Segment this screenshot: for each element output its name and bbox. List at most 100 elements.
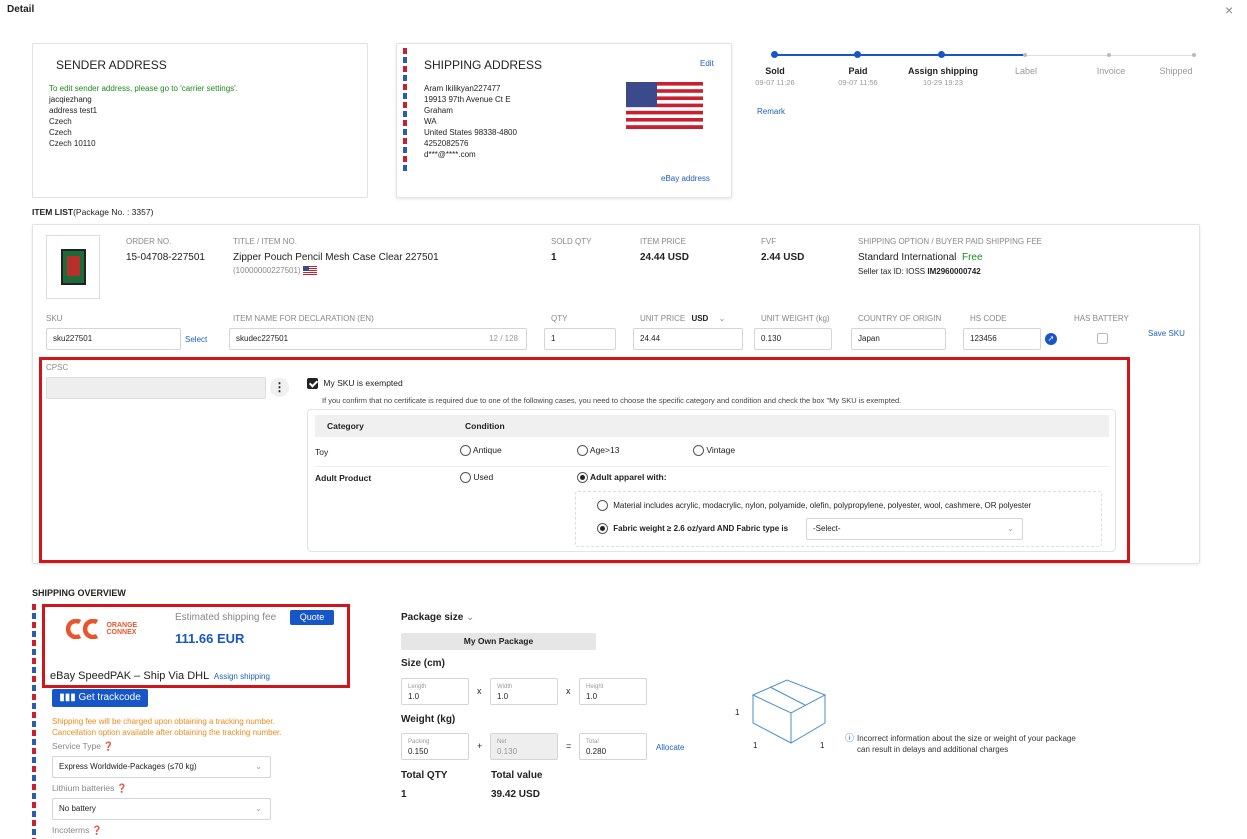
package-warning: Incorrect information about the size or …: [857, 734, 1076, 754]
orange-connex-logo: ORANGE CONNEX: [65, 618, 137, 640]
save-sku-link[interactable]: Save SKU: [1148, 328, 1185, 339]
total-value-label: Total value: [491, 770, 543, 781]
adult-used-option[interactable]: Used: [460, 472, 493, 484]
step-paid: Paid: [848, 66, 868, 76]
service-type-label: Service Type ❓: [52, 741, 114, 751]
shipping-overview-title: SHIPPING OVERVIEW: [32, 588, 126, 598]
chevron-down-icon: ⌄: [255, 804, 262, 813]
exempt-note: If you confirm that no certificate is re…: [322, 396, 902, 405]
product-thumbnail[interactable]: [46, 235, 100, 299]
header-country: COUNTRY OF ORIGIN: [858, 314, 942, 323]
chevron-down-icon: ⌄: [1007, 524, 1014, 533]
sold-qty: 1: [551, 252, 557, 263]
incoterms-label: Incoterms ❓: [52, 825, 103, 835]
toy-antique-option[interactable]: Antique: [460, 445, 502, 457]
height-input[interactable]: Height 1.0: [579, 678, 647, 705]
cpsc-input[interactable]: [46, 377, 266, 399]
has-battery-checkbox[interactable]: [1097, 333, 1108, 344]
service-type-select[interactable]: Express Worldwide-Packages (≤70 kg) ⌄: [52, 756, 271, 778]
length-input[interactable]: Length 1.0: [401, 678, 469, 705]
header-hs-code: HS CODE: [970, 314, 1007, 323]
item-price: 24.44 USD: [640, 252, 689, 263]
step-shipped: Shipped: [1159, 66, 1193, 76]
us-flag-icon: [302, 266, 317, 276]
sku-exempted-checkbox[interactable]: [307, 378, 318, 390]
close-icon[interactable]: ×: [1225, 2, 1233, 18]
chevron-down-icon[interactable]: ⌄: [719, 314, 726, 323]
qty-input[interactable]: 1: [544, 328, 616, 350]
compass-icon[interactable]: ➚: [1045, 333, 1057, 345]
material-option[interactable]: Material includes acrylic, modacrylic, n…: [597, 500, 1031, 511]
sku-select-link[interactable]: Select: [185, 334, 207, 345]
sku-input[interactable]: sku227501: [46, 328, 181, 350]
header-title: TITLE / ITEM NO.: [233, 237, 298, 246]
step-invoice: Invoice: [1096, 66, 1126, 76]
get-trackcode-button[interactable]: ▮▮▮ Get trackcode: [52, 689, 148, 707]
assign-shipping-link[interactable]: Assign shipping: [214, 672, 270, 681]
currency-select[interactable]: USD: [691, 314, 708, 323]
edit-address-link[interactable]: Edit: [700, 58, 714, 69]
header-unit-price: UNIT PRICE USD ⌄: [640, 314, 726, 323]
packing-weight-input[interactable]: Packing 0.150: [401, 733, 469, 760]
shipping-option: Standard International Free: [858, 252, 983, 263]
orange-connex-icon: [65, 618, 99, 640]
ebay-address-link[interactable]: eBay address: [661, 173, 710, 184]
country-input[interactable]: Japan: [851, 328, 946, 350]
package-box-icon: [751, 679, 827, 744]
est-fee-label: Estimated shipping fee: [175, 612, 277, 623]
seller-tax-id: Seller tax ID: IOSS IM2960000742: [858, 267, 981, 276]
page-title: Detail: [7, 4, 35, 15]
total-qty-label: Total QTY: [401, 770, 448, 781]
lithium-label: Lithium batteries ❓: [52, 783, 128, 793]
header-fvf: FVF: [761, 237, 777, 246]
more-options-icon[interactable]: ⋮: [270, 378, 289, 397]
toy-age13-option[interactable]: Age>13: [577, 445, 619, 457]
fabric-weight-option[interactable]: Fabric weight ≥ 2.6 oz/yard AND Fabric t…: [597, 523, 788, 534]
weight-title: Weight (kg): [401, 714, 456, 725]
header-order-no: ORDER NO.: [126, 237, 172, 246]
sender-address-card: SENDER ADDRESS To edit sender address, p…: [32, 43, 368, 198]
order-no: 15-04708-227501: [126, 252, 205, 263]
package-size-dropdown[interactable]: Package size ⌄: [401, 612, 474, 623]
category-adult-product: Adult Product: [315, 473, 372, 483]
width-input[interactable]: Width 1.0: [490, 678, 558, 705]
header-unit-weight: UNIT WEIGHT (kg): [761, 314, 830, 323]
remark-link[interactable]: Remark: [757, 106, 785, 117]
exemption-table-header: [315, 415, 1109, 437]
barcode-icon: ▮▮▮: [59, 692, 76, 703]
unit-price-input[interactable]: 24.44: [633, 328, 743, 350]
header-has-battery: HAS BATTERY: [1074, 314, 1129, 323]
trackcode-warning: Shipping fee will be charged upon obtain…: [52, 717, 282, 737]
hs-code-input[interactable]: 123456: [963, 328, 1041, 350]
sku-exempted-option[interactable]: My SKU is exempted: [307, 378, 403, 390]
us-flag-icon: [626, 82, 703, 129]
sender-lines: jacqiezhang address test1 Czech Czech Cz…: [49, 95, 98, 148]
item-title-link[interactable]: Zipper Pouch Pencil Mesh Case Clear 2275…: [233, 252, 439, 263]
chevron-down-icon: ⌄: [255, 762, 262, 771]
quote-button[interactable]: Quote: [290, 610, 334, 625]
toy-vintage-option[interactable]: Vintage: [693, 445, 735, 457]
adult-apparel-option[interactable]: Adult apparel with:: [577, 472, 667, 484]
header-shipping-option: SHIPPING OPTION / BUYER PAID SHIPPING FE…: [858, 237, 1042, 246]
own-package-button[interactable]: My Own Package: [401, 633, 596, 650]
unit-weight-input[interactable]: 0.130: [754, 328, 832, 350]
shipping-lines: Aram Ikilikyan227477 19913 97th Avenue C…: [424, 84, 517, 159]
lithium-select[interactable]: No battery ⌄: [52, 798, 271, 820]
header-qty: QTY: [551, 314, 568, 323]
step-assign-shipping: Assign shipping: [907, 66, 978, 76]
item-name-input[interactable]: skudec227501 12 / 128: [229, 328, 527, 350]
shipping-address-title: SHIPPING ADDRESS: [424, 58, 543, 72]
net-weight-input: Net 0.130: [490, 733, 558, 760]
header-item-price: ITEM PRICE: [640, 237, 686, 246]
category-toy: Toy: [315, 447, 329, 457]
header-sku: SKU: [46, 314, 63, 323]
total-weight-input[interactable]: Total 0.280: [579, 733, 647, 760]
header-item-name: ITEM NAME FOR DECLARATION (EN): [233, 314, 374, 323]
fabric-type-select[interactable]: -Select- ⌄: [806, 518, 1023, 540]
help-icon: ❓: [91, 825, 103, 835]
allocate-link[interactable]: Allocate: [656, 742, 684, 753]
carrier-service: eBay SpeedPAK – Ship Via DHL Assign ship…: [50, 670, 270, 682]
shipping-address-card: SHIPPING ADDRESS Edit Aram Ikilikyan2274…: [396, 43, 732, 198]
item-list-heading: ITEM LIST(Package No. : 3357): [32, 207, 154, 217]
est-fee-value: 111.66 EUR: [175, 631, 245, 646]
